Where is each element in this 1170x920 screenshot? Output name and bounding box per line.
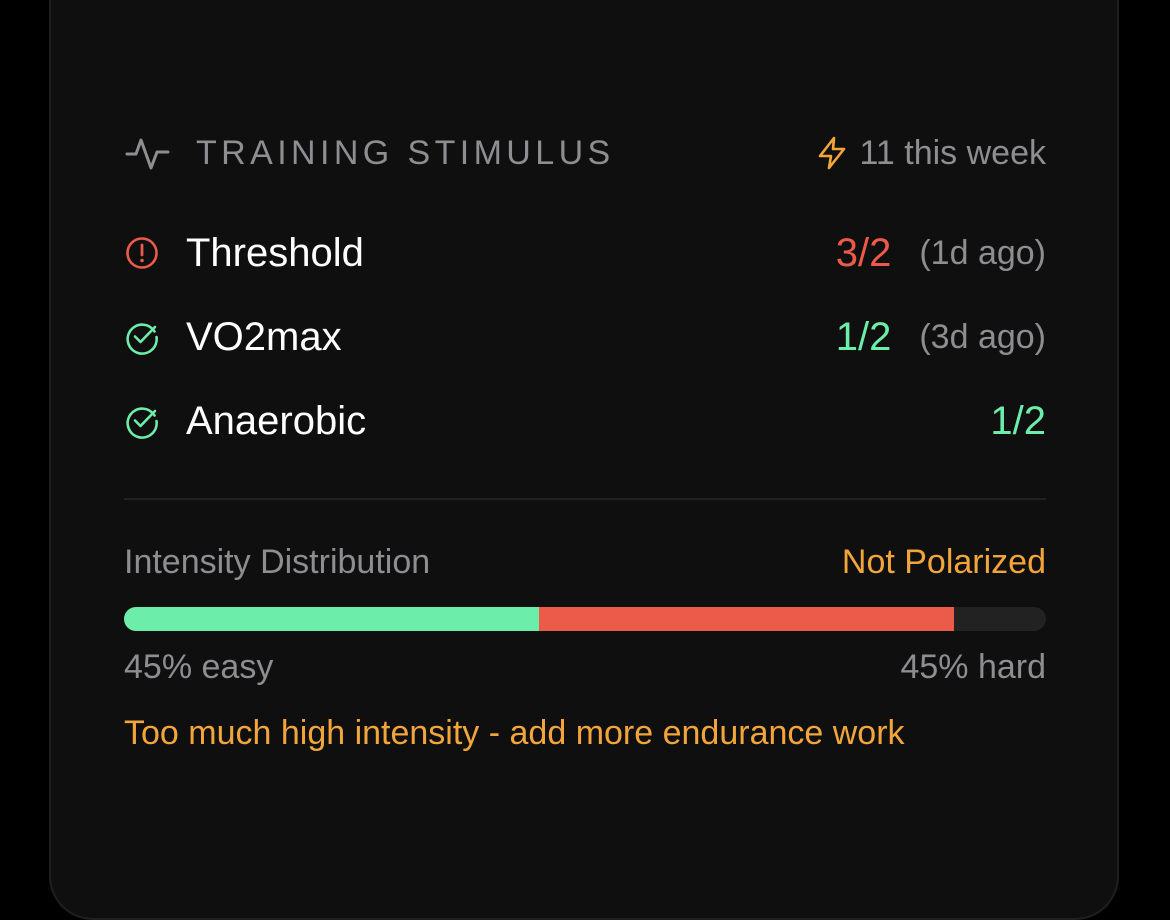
stimulus-value: 3/2	[835, 230, 892, 275]
activity-icon	[124, 130, 170, 176]
distribution-status: Not Polarized	[841, 542, 1046, 581]
stimulus-row-threshold: Threshold 3/2 (1d ago)	[124, 228, 1046, 278]
intensity-bar-easy	[124, 607, 539, 631]
stimulus-row-anaerobic: Anaerobic 1/2	[124, 396, 1046, 446]
intensity-bar	[124, 607, 1046, 631]
intensity-bar-labels: 45% easy 45% hard	[124, 646, 1046, 688]
header-left: TRAINING STIMULUS	[124, 130, 615, 176]
stimulus-last-done: (3d ago)	[919, 317, 1046, 356]
check-circle-icon	[124, 403, 160, 439]
stimulus-value: 1/2	[990, 398, 1046, 443]
week-count-text: 11 this week	[859, 133, 1046, 172]
distribution-advice: Too much high intensity - add more endur…	[124, 714, 905, 752]
easy-percent-label: 45% easy	[124, 647, 274, 686]
card-header: TRAINING STIMULUS 11 this week	[124, 130, 1046, 176]
stimulus-label: Threshold	[186, 230, 364, 275]
hard-percent-label: 45% hard	[900, 647, 1046, 686]
stimulus-last-done: (1d ago)	[919, 233, 1046, 272]
week-count: 11 this week	[814, 134, 1046, 173]
distribution-header: Intensity Distribution Not Polarized	[124, 540, 1046, 584]
check-circle-icon	[124, 319, 160, 355]
alert-circle-icon	[124, 235, 160, 271]
stimulus-label: Anaerobic	[186, 398, 367, 443]
lightning-bolt-icon	[814, 135, 850, 171]
stimulus-row-vo2max: VO2max 1/2 (3d ago)	[124, 312, 1046, 362]
card-title: TRAINING STIMULUS	[196, 133, 615, 172]
distribution-title: Intensity Distribution	[124, 542, 431, 581]
stimulus-value: 1/2	[835, 314, 892, 359]
intensity-bar-hard	[538, 607, 954, 631]
stimulus-label: VO2max	[186, 314, 342, 359]
divider	[124, 498, 1046, 500]
